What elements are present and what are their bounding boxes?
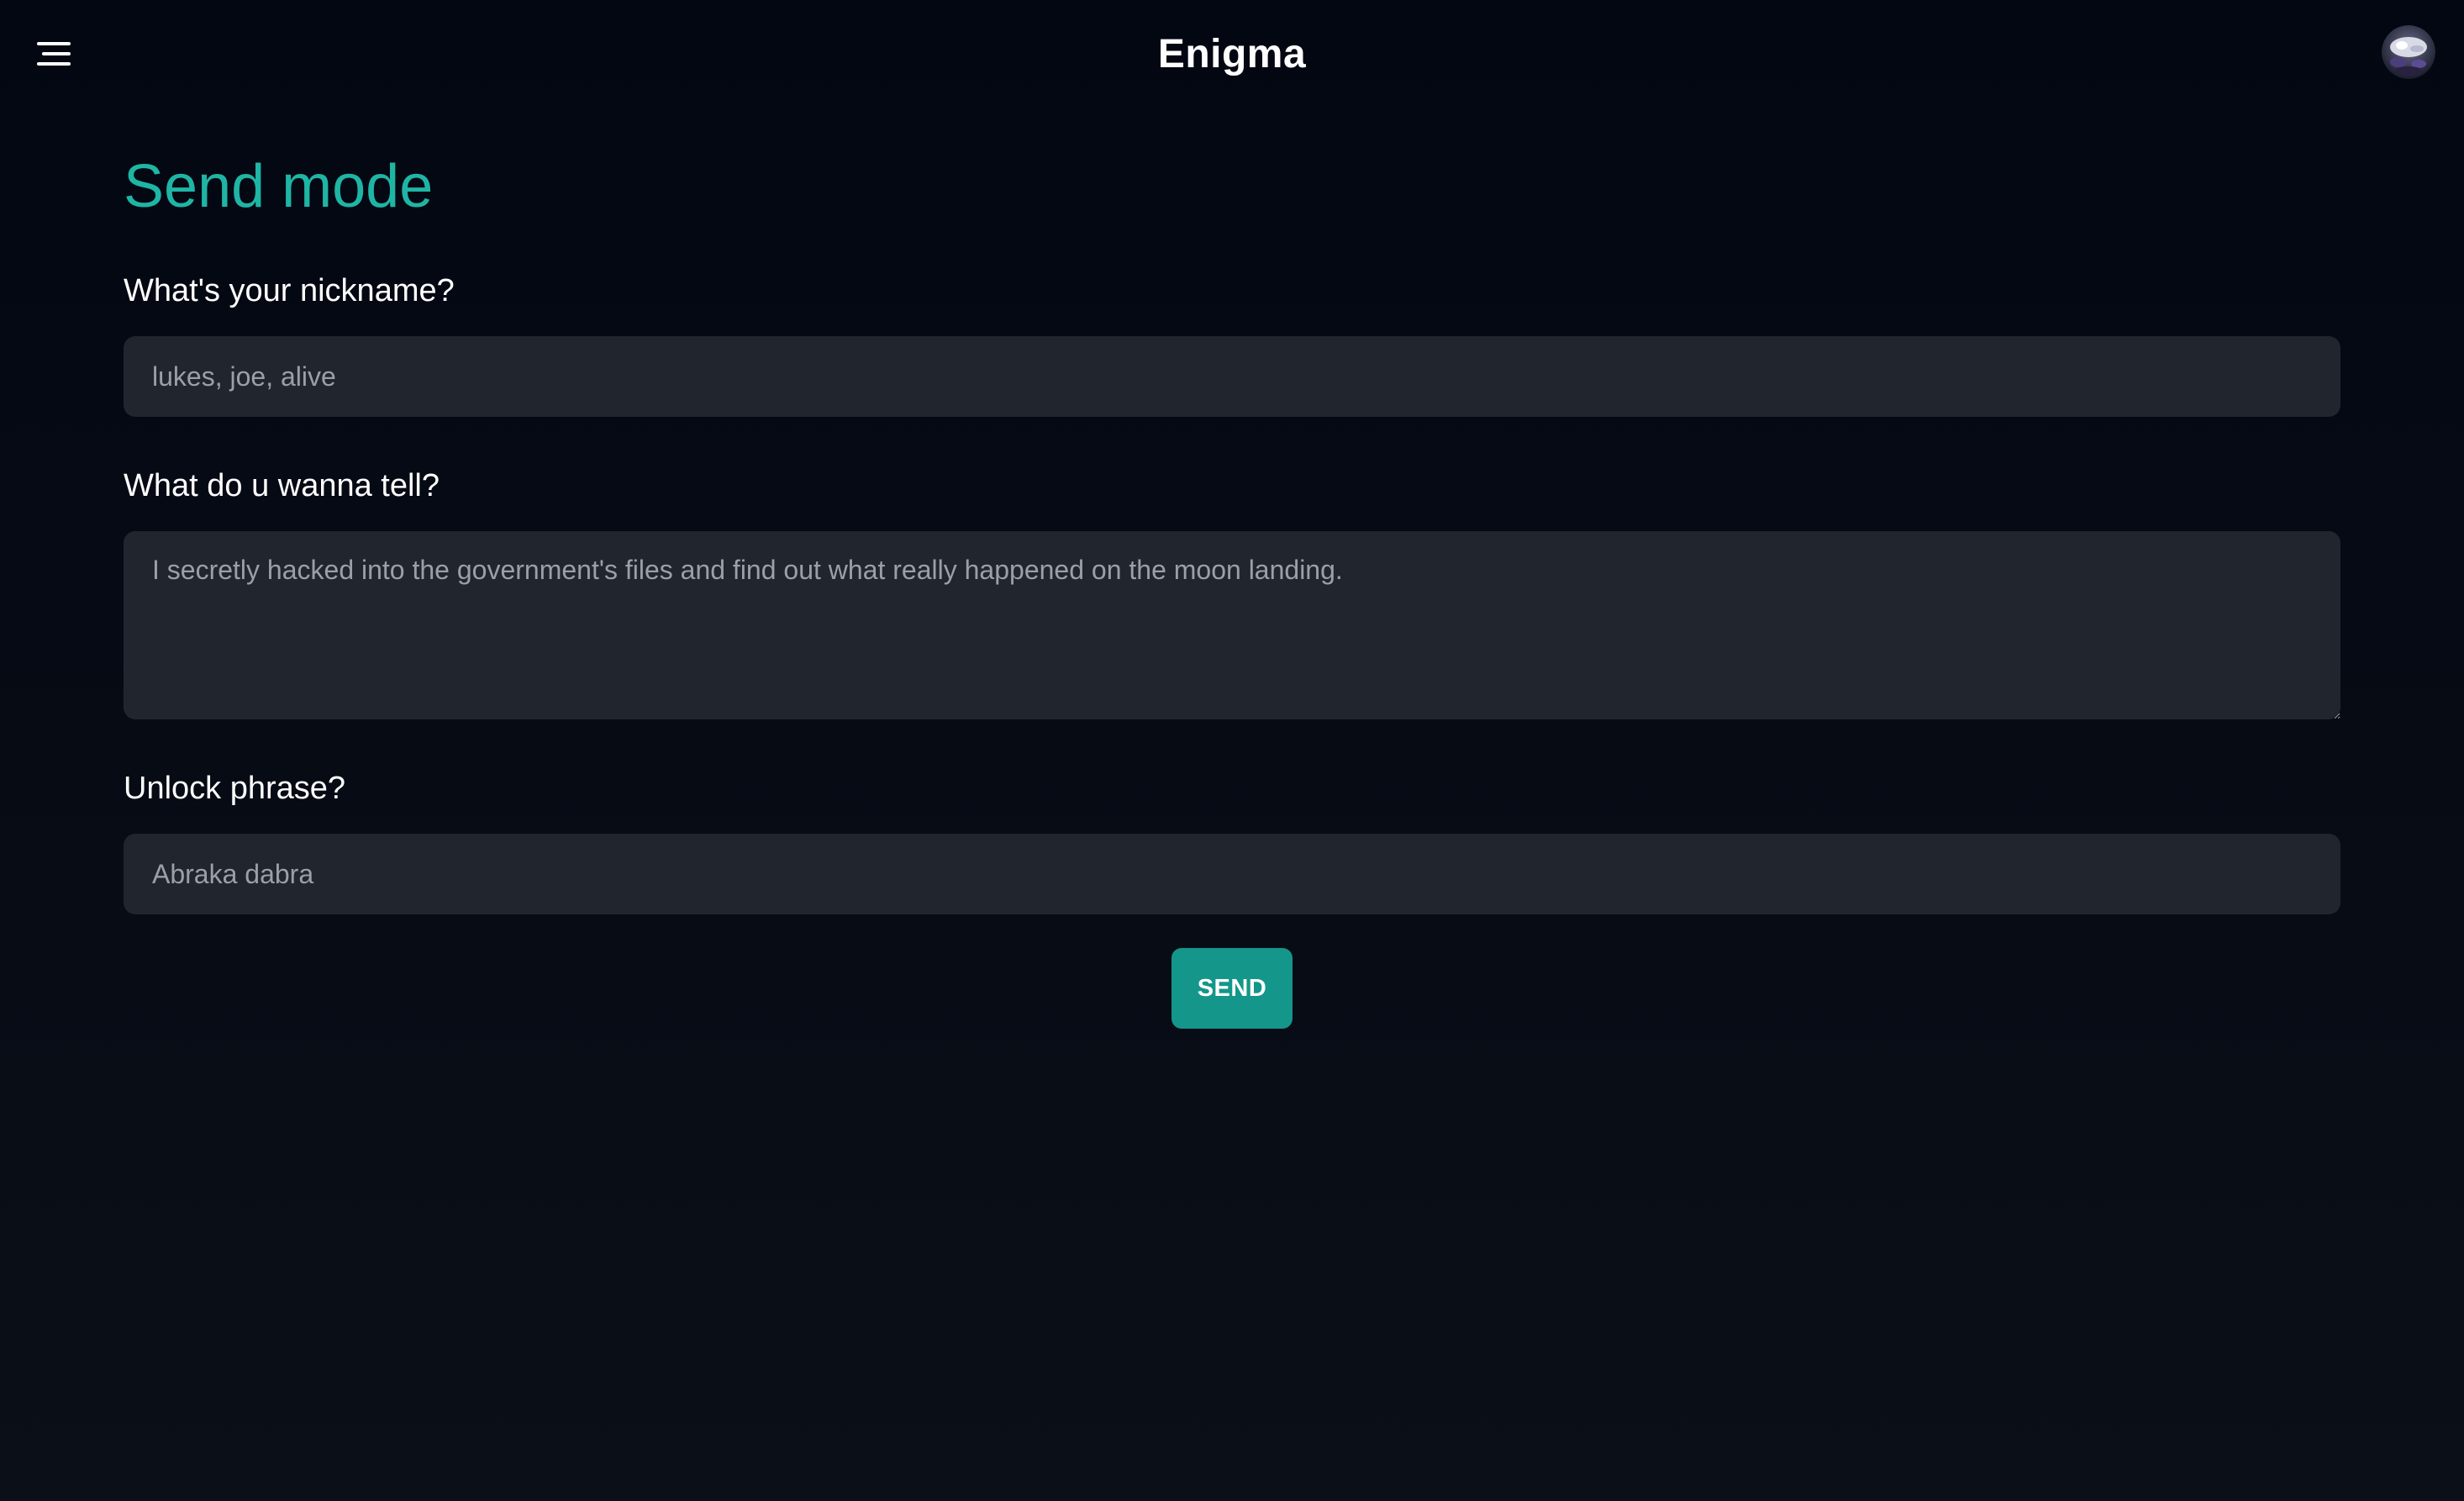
- send-form: Send mode What's your nickname? What do …: [124, 143, 2340, 1029]
- unlock-phrase-label: Unlock phrase?: [124, 771, 346, 806]
- app-title: Enigma: [1157, 32, 1307, 76]
- avatar[interactable]: [2382, 25, 2435, 79]
- send-button[interactable]: SEND: [1171, 948, 1293, 1029]
- message-textarea[interactable]: [124, 531, 2340, 719]
- nickname-input[interactable]: [124, 336, 2340, 417]
- app-root: Enigma Send mode What's your nickname? l…: [0, 0, 2464, 1501]
- message-label: What do u wanna tell?: [124, 468, 440, 503]
- top-bar: Enigma: [0, 0, 2464, 109]
- page-title: Send mode: [124, 153, 434, 220]
- unlock-phrase-input[interactable]: [124, 834, 2340, 914]
- nickname-label: What's your nickname?: [124, 273, 455, 308]
- user-avatar-icon: [2382, 25, 2435, 79]
